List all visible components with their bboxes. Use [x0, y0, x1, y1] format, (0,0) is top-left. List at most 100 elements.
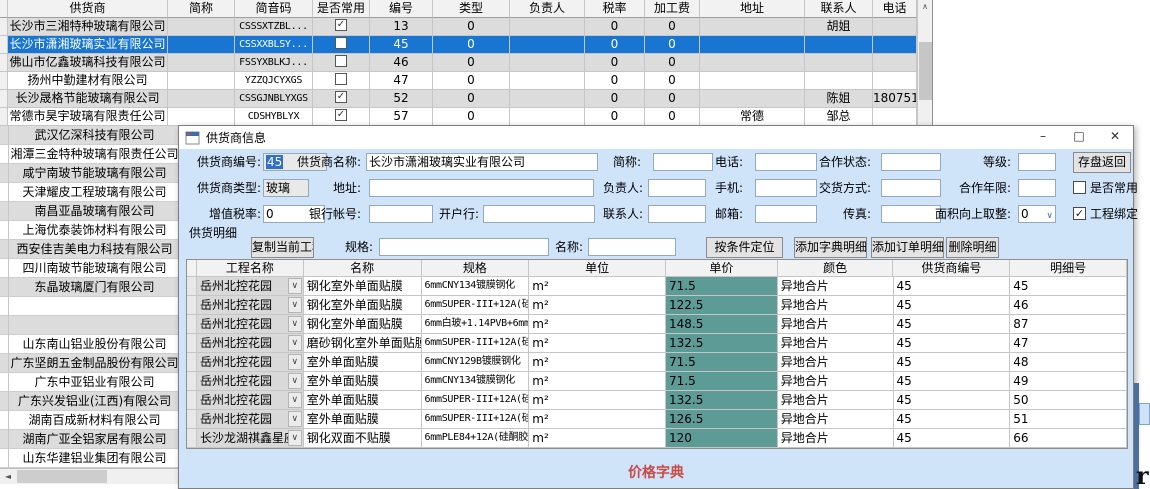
- detail-row[interactable]: 岳州北控花园∨室外单面贴膜6mmSUPER-III+12A(硅...m²126.…: [187, 410, 1127, 429]
- cell-联系人[interactable]: 陈姐: [805, 90, 873, 108]
- column-header-9[interactable]: 地址: [700, 0, 805, 18]
- abbr-field[interactable]: [653, 153, 713, 171]
- list-item[interactable]: 上海优泰装饰材料有限公司: [0, 221, 180, 240]
- cell-单价[interactable]: 122.5: [666, 296, 778, 315]
- supplier-row[interactable]: 长沙晟格节能玻璃有限公司CSSGJNBLYXGS✓52000陈姐180751: [0, 90, 917, 108]
- cell-税率[interactable]: 0: [585, 36, 645, 54]
- cell-名称[interactable]: 室外单面贴膜: [304, 391, 422, 410]
- cell-地址[interactable]: 常德: [700, 108, 805, 126]
- cell-联系人[interactable]: 胡姐: [805, 18, 873, 36]
- cell-编号[interactable]: 46: [370, 54, 433, 72]
- cell-税率[interactable]: 0: [585, 72, 645, 90]
- cell-供货商编号[interactable]: 45: [894, 296, 1011, 315]
- chevron-down-icon[interactable]: ∨: [288, 411, 302, 427]
- cell-简称[interactable]: [168, 36, 235, 54]
- scrollbar-thumb[interactable]: [17, 470, 107, 483]
- cell-规格[interactable]: 6mmSUPER-III+12A(硅...: [422, 391, 530, 410]
- cell-颜色[interactable]: 异地合片: [778, 391, 894, 410]
- row-header-cell[interactable]: [187, 391, 197, 410]
- cell-供货商[interactable]: 长沙晟格节能玻璃有限公司: [8, 90, 168, 108]
- cell-税率[interactable]: 0: [585, 90, 645, 108]
- cell-简称[interactable]: [168, 108, 235, 126]
- cell-颜色[interactable]: 异地合片: [778, 334, 894, 353]
- cell-工程名称[interactable]: 岳州北控花园∨: [197, 296, 304, 315]
- cell-单价[interactable]: 71.5: [666, 372, 778, 391]
- cell-是否常用[interactable]: ✓: [313, 90, 370, 108]
- cell-明细号[interactable]: 87: [1010, 315, 1127, 334]
- cell-名称[interactable]: 室外单面贴膜: [304, 353, 422, 372]
- cell-加工费[interactable]: 0: [645, 36, 700, 54]
- email-field[interactable]: [755, 205, 817, 223]
- list-item[interactable]: 湖南百成新材料有限公司: [0, 411, 180, 430]
- cell-供货商[interactable]: 长沙市潇湘玻璃实业有限公司: [8, 36, 168, 54]
- cell-电话[interactable]: [873, 18, 917, 36]
- cell-联系人[interactable]: [805, 72, 873, 90]
- cell-电话[interactable]: [873, 54, 917, 72]
- cell-简音码[interactable]: CSSXXBLSY...: [235, 36, 313, 54]
- cell-单价[interactable]: 132.5: [666, 334, 778, 353]
- cell-明细号[interactable]: 66: [1010, 429, 1127, 448]
- chevron-down-icon[interactable]: ∨: [288, 335, 302, 351]
- cell-是否常用[interactable]: [313, 54, 370, 72]
- cell-名称[interactable]: 室外单面贴膜: [304, 372, 422, 391]
- list-horizontal-scrollbar[interactable]: ◄: [0, 468, 181, 484]
- row-header-cell[interactable]: [0, 18, 8, 36]
- cell-工程名称[interactable]: 岳州北控花园∨: [197, 372, 304, 391]
- cell-编号[interactable]: 45: [370, 36, 433, 54]
- column-header-4[interactable]: 编号: [370, 0, 433, 18]
- cell-简称[interactable]: [168, 54, 235, 72]
- cell-单位[interactable]: m²: [529, 429, 666, 448]
- cell-单位[interactable]: m²: [529, 410, 666, 429]
- cell-简音码[interactable]: CDSHYBLYX: [235, 108, 313, 126]
- copy-project-button[interactable]: 复制当前工程: [251, 237, 314, 258]
- cell-电话[interactable]: 180751: [873, 90, 917, 108]
- cell-电话[interactable]: [873, 36, 917, 54]
- cell-编号[interactable]: 57: [370, 108, 433, 126]
- cell-名称[interactable]: 钢化双面不贴膜: [304, 429, 422, 448]
- mobile-field[interactable]: [755, 179, 817, 197]
- list-item[interactable]: 广东兴发铝业(江西)有限公司: [0, 392, 180, 411]
- cell-电话[interactable]: [873, 72, 917, 90]
- cell-单位[interactable]: m²: [529, 277, 666, 296]
- cell-加工费[interactable]: 0: [645, 72, 700, 90]
- cell-单价[interactable]: 120: [666, 429, 778, 448]
- list-item[interactable]: 南昌亚晶玻璃有限公司: [0, 202, 180, 221]
- cell-规格[interactable]: 6mmCNY134镀膜钢化: [422, 277, 530, 296]
- list-item[interactable]: 天津耀皮工程玻璃有限公司: [0, 183, 180, 202]
- cell-明细号[interactable]: 48: [1010, 353, 1127, 372]
- cell-规格[interactable]: 6mm白玻+1.14PVB+6mm...: [422, 315, 530, 334]
- row-header-cell[interactable]: [0, 90, 8, 108]
- list-item[interactable]: 广东坚朗五金制品股份有限公司: [0, 354, 180, 373]
- column-header-5[interactable]: 类型: [433, 0, 510, 18]
- cell-规格[interactable]: 6mmSUPER-III+12A(硅...: [422, 410, 530, 429]
- cell-负责人[interactable]: [510, 36, 585, 54]
- chevron-down-icon[interactable]: ∨: [288, 297, 302, 313]
- cell-颜色[interactable]: 异地合片: [778, 372, 894, 391]
- cell-单价[interactable]: 148.5: [666, 315, 778, 334]
- row-header-cell[interactable]: [0, 108, 8, 126]
- list-item[interactable]: 西安佳吉美电力科技有限公司: [0, 240, 180, 259]
- checkbox-icon[interactable]: ✓: [335, 109, 347, 121]
- cell-规格[interactable]: 6mmCNY129B镀膜钢化: [422, 353, 530, 372]
- cell-加工费[interactable]: 0: [645, 54, 700, 72]
- cell-颜色[interactable]: 异地合片: [778, 353, 894, 372]
- chevron-down-icon[interactable]: ∨: [288, 373, 302, 389]
- cell-单价[interactable]: 132.5: [666, 391, 778, 410]
- cell-单位[interactable]: m²: [529, 334, 666, 353]
- name-filter-input[interactable]: [588, 238, 676, 256]
- cell-名称[interactable]: 室外单面贴膜: [304, 410, 422, 429]
- checkbox-icon[interactable]: [335, 55, 347, 67]
- column-header-3[interactable]: 单位: [529, 260, 666, 277]
- column-header-7[interactable]: 明细号: [1010, 260, 1127, 277]
- chevron-down-icon[interactable]: ∨: [288, 392, 302, 408]
- cell-单价[interactable]: 71.5: [666, 277, 778, 296]
- cell-明细号[interactable]: 46: [1010, 296, 1127, 315]
- cell-联系人[interactable]: [805, 54, 873, 72]
- column-header-0[interactable]: 工程名称: [197, 260, 304, 277]
- row-header-cell[interactable]: [187, 334, 197, 353]
- cell-供货商[interactable]: 长沙市三湘特种玻璃有限公司: [8, 18, 168, 36]
- checkbox-icon[interactable]: [335, 37, 347, 49]
- cell-类型[interactable]: 0: [433, 90, 510, 108]
- detail-row[interactable]: 岳州北控花园∨室外单面贴膜6mmCNY129B镀膜钢化m²71.5异地合片454…: [187, 353, 1127, 372]
- list-item[interactable]: 东晶玻璃厦门有限公司: [0, 278, 180, 297]
